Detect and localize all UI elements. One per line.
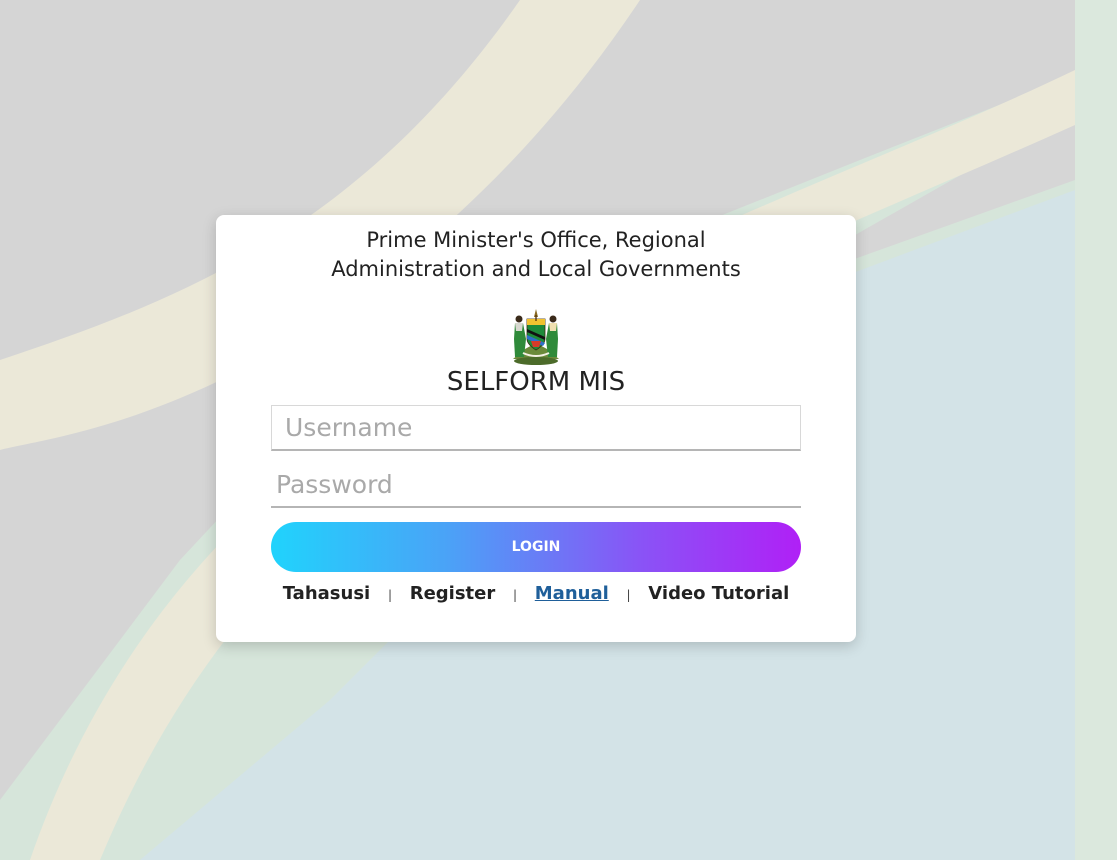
- register-link[interactable]: Register: [410, 583, 496, 604]
- footer-links: Tahasusi | Register | Manual | Video Tut…: [216, 583, 856, 604]
- tahasusi-link[interactable]: Tahasusi: [283, 583, 370, 604]
- org-title-line-1: Prime Minister's Office, Regional: [366, 228, 706, 252]
- link-separator: |: [387, 588, 392, 602]
- login-card: Prime Minister's Office, Regional Admini…: [216, 215, 856, 642]
- password-input[interactable]: [271, 462, 801, 508]
- link-separator: |: [512, 588, 518, 602]
- link-separator: |: [626, 588, 631, 602]
- manual-link[interactable]: Manual: [535, 583, 609, 604]
- video-tutorial-link[interactable]: Video Tutorial: [648, 583, 789, 604]
- username-input[interactable]: [271, 405, 801, 451]
- tanzania-coat-of-arms-icon: [513, 309, 559, 365]
- org-title-line-2: Administration and Local Governments: [331, 257, 741, 281]
- app-name: SELFORM MIS: [446, 367, 626, 397]
- login-button[interactable]: LOGIN: [271, 522, 801, 572]
- organization-title: Prime Minister's Office, Regional Admini…: [276, 226, 796, 284]
